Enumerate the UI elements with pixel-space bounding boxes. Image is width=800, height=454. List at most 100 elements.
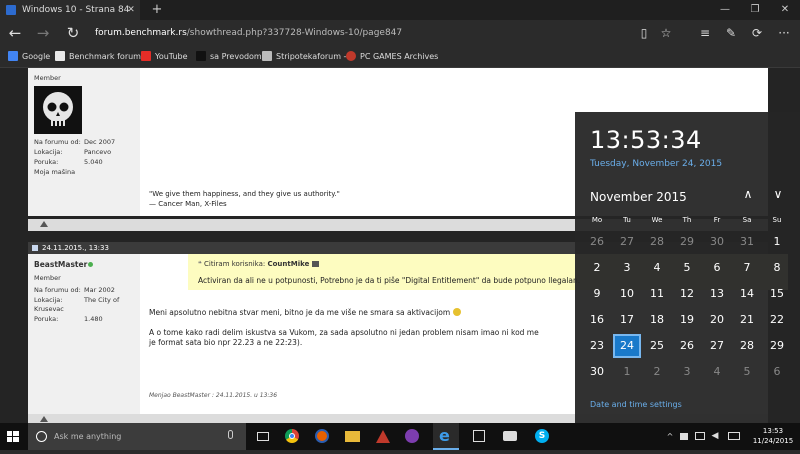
favorite-google[interactable]: Google bbox=[8, 46, 50, 68]
share-icon[interactable]: ⟳ bbox=[745, 20, 769, 46]
previous-month-icon[interactable]: ∧ bbox=[740, 186, 756, 202]
report-warning-icon[interactable] bbox=[40, 416, 48, 422]
view-post-icon[interactable] bbox=[311, 261, 319, 267]
username-link[interactable]: BeastMaster bbox=[34, 260, 87, 269]
calendar-day[interactable]: 27 bbox=[703, 334, 731, 358]
calendar-day[interactable]: 6 bbox=[763, 360, 791, 384]
search-placeholder: Ask me anything bbox=[54, 432, 122, 441]
firefox-taskbar-button[interactable] bbox=[309, 423, 335, 450]
calendar-day[interactable]: 25 bbox=[643, 334, 671, 358]
reading-view-icon[interactable]: ▯ bbox=[632, 20, 656, 46]
search-box[interactable]: Ask me anything bbox=[28, 423, 246, 450]
app-taskbar-button[interactable] bbox=[369, 423, 395, 450]
clock-date-link[interactable]: Tuesday, November 24, 2015 bbox=[590, 159, 722, 169]
file-explorer-taskbar-button[interactable] bbox=[339, 423, 365, 450]
calendar-day[interactable]: 6 bbox=[703, 256, 731, 280]
report-warning-icon[interactable] bbox=[40, 221, 48, 227]
refresh-icon[interactable]: ↻ bbox=[58, 20, 88, 46]
calendar-day[interactable]: 19 bbox=[673, 308, 701, 332]
stripoteka-icon bbox=[262, 51, 272, 61]
calendar-day[interactable]: 23 bbox=[583, 334, 611, 358]
calendar-day[interactable]: 4 bbox=[703, 360, 731, 384]
calendar-day[interactable]: 14 bbox=[733, 282, 761, 306]
volume-icon[interactable]: ◀ bbox=[708, 423, 722, 450]
favorite-benchmark[interactable]: Benchmark forum bbox=[55, 46, 141, 68]
microphone-icon[interactable] bbox=[228, 430, 233, 439]
calendar-day[interactable]: 7 bbox=[733, 256, 761, 280]
calendar-day-today[interactable]: 24 bbox=[613, 334, 641, 358]
my-machine-link[interactable]: Moja mašina bbox=[34, 168, 75, 177]
calendar-day[interactable]: 27 bbox=[613, 230, 641, 254]
calendar-day[interactable]: 31 bbox=[733, 230, 761, 254]
edge-taskbar-button[interactable]: e bbox=[433, 423, 459, 450]
hub-icon[interactable]: ≡ bbox=[693, 20, 717, 46]
new-tab-button[interactable]: + bbox=[148, 0, 166, 20]
task-view-button[interactable] bbox=[250, 423, 276, 450]
calendar-day[interactable]: 15 bbox=[763, 282, 791, 306]
calendar-day[interactable]: 10 bbox=[613, 282, 641, 306]
url-field[interactable]: forum.benchmark.rs/showthread.php?337728… bbox=[95, 26, 625, 41]
calendar-day[interactable]: 5 bbox=[733, 360, 761, 384]
calendar-day[interactable]: 29 bbox=[763, 334, 791, 358]
maximize-button[interactable]: ❐ bbox=[740, 0, 770, 20]
calendar-day[interactable]: 1 bbox=[613, 360, 641, 384]
calendar-day[interactable]: 26 bbox=[583, 230, 611, 254]
address-bar: ← → ↻ forum.benchmark.rs/showthread.php?… bbox=[0, 20, 800, 46]
calendar-day[interactable]: 12 bbox=[673, 282, 701, 306]
calendar-day[interactable]: 28 bbox=[733, 334, 761, 358]
calendar-day[interactable]: 11 bbox=[643, 282, 671, 306]
viber-taskbar-button[interactable] bbox=[399, 423, 425, 450]
tab-close-icon[interactable]: ✕ bbox=[124, 0, 138, 20]
network-icon[interactable] bbox=[693, 423, 707, 450]
minimize-button[interactable]: — bbox=[710, 0, 740, 20]
calendar-day[interactable]: 2 bbox=[643, 360, 671, 384]
tab-bar: Windows 10 - Strana 84 ✕ + — ❐ ✕ bbox=[0, 0, 800, 20]
post-2-user-panel: BeastMaster Member Na forumu od: Mar 200… bbox=[28, 254, 140, 414]
favorite-sa-prevodom[interactable]: sa Prevodom bbox=[196, 46, 262, 68]
skype-taskbar-button[interactable]: S bbox=[529, 423, 555, 450]
favorite-star-icon[interactable]: ☆ bbox=[654, 20, 678, 46]
close-window-button[interactable]: ✕ bbox=[770, 0, 800, 20]
web-note-icon[interactable]: ✎ bbox=[719, 20, 743, 46]
calendar-day[interactable]: 30 bbox=[583, 360, 611, 384]
system-tray-icon[interactable] bbox=[677, 423, 691, 450]
more-icon[interactable]: ··· bbox=[772, 20, 796, 46]
store-taskbar-button[interactable] bbox=[466, 423, 492, 450]
show-hidden-icons-button[interactable]: ^ bbox=[664, 423, 676, 450]
tab-active[interactable]: Windows 10 - Strana 84 ✕ bbox=[0, 0, 140, 20]
calendar-day[interactable]: 4 bbox=[643, 256, 671, 280]
calendar-day[interactable]: 28 bbox=[643, 230, 671, 254]
calendar-day[interactable]: 13 bbox=[703, 282, 731, 306]
calendar-day[interactable]: 3 bbox=[613, 256, 641, 280]
calendar-day[interactable]: 22 bbox=[763, 308, 791, 332]
calendar-day[interactable]: 30 bbox=[703, 230, 731, 254]
chrome-taskbar-button[interactable] bbox=[279, 423, 305, 450]
calendar-month[interactable]: November 2015 bbox=[590, 190, 687, 204]
calendar-day[interactable]: 9 bbox=[583, 282, 611, 306]
language-icon[interactable] bbox=[725, 423, 743, 450]
calendar-day[interactable]: 5 bbox=[673, 256, 701, 280]
calendar-day[interactable]: 20 bbox=[703, 308, 731, 332]
system-clock[interactable]: 13:53 11/24/2015 bbox=[748, 426, 798, 446]
calendar-day[interactable]: 29 bbox=[673, 230, 701, 254]
calendar-day[interactable]: 8 bbox=[763, 256, 791, 280]
favorite-stripoteka[interactable]: Stripotekaforum - bbox=[262, 46, 346, 68]
camera-taskbar-button[interactable] bbox=[497, 423, 523, 450]
calendar-day[interactable]: 26 bbox=[673, 334, 701, 358]
calendar-day[interactable]: 17 bbox=[613, 308, 641, 332]
calendar-day[interactable]: 2 bbox=[583, 256, 611, 280]
calendar-day[interactable]: 21 bbox=[733, 308, 761, 332]
start-button[interactable] bbox=[0, 423, 26, 450]
back-icon[interactable]: ← bbox=[0, 20, 30, 46]
calendar-day[interactable]: 3 bbox=[673, 360, 701, 384]
quote-author[interactable]: CountMike bbox=[267, 260, 309, 268]
calendar-day[interactable]: 1 bbox=[763, 230, 791, 254]
date-time-settings-link[interactable]: Date and time settings bbox=[590, 400, 682, 409]
forward-icon[interactable]: → bbox=[28, 20, 58, 46]
task-view-icon bbox=[257, 432, 269, 441]
calendar-day[interactable]: 16 bbox=[583, 308, 611, 332]
next-month-icon[interactable]: ∨ bbox=[770, 186, 786, 202]
calendar-day[interactable]: 18 bbox=[643, 308, 671, 332]
favorite-youtube[interactable]: YouTube bbox=[141, 46, 188, 68]
favorite-pc-games[interactable]: PC GAMES Archives bbox=[346, 46, 438, 68]
